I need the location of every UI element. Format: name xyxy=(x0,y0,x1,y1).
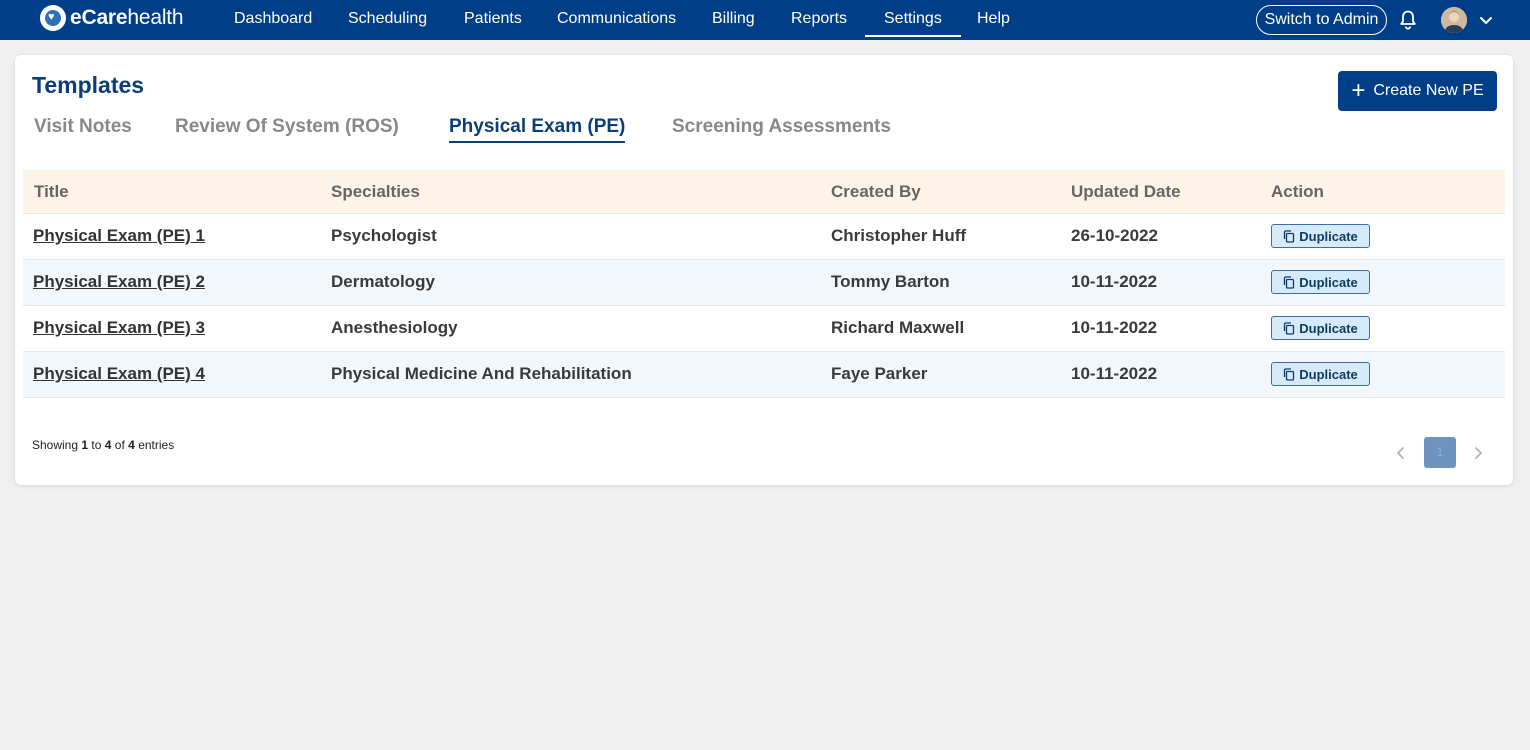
switch-to-admin-button[interactable]: Switch to Admin xyxy=(1256,5,1387,35)
created-by-cell: Richard Maxwell xyxy=(831,318,965,337)
nav-reports[interactable]: Reports xyxy=(791,0,847,37)
copy-icon xyxy=(1284,275,1295,289)
nav-communications[interactable]: Communications xyxy=(557,0,676,37)
create-new-pe-button[interactable]: + Create New PE xyxy=(1338,71,1497,111)
pagination-page-1[interactable]: 1 xyxy=(1424,437,1456,468)
chevron-right-icon[interactable] xyxy=(1470,445,1486,461)
created-by-cell: Tommy Barton xyxy=(831,272,950,291)
templates-table: Title Specialties Created By Updated Dat… xyxy=(23,170,1505,398)
nav-billing[interactable]: Billing xyxy=(712,0,755,37)
avatar[interactable] xyxy=(1441,7,1467,33)
copy-icon xyxy=(1284,367,1295,381)
column-header-title[interactable]: Title xyxy=(34,170,69,214)
tab-physical-exam[interactable]: Physical Exam (PE) xyxy=(449,116,626,143)
table-row: Physical Exam (PE) 4 Physical Medicine A… xyxy=(23,352,1505,398)
template-title-link[interactable]: Physical Exam (PE) 4 xyxy=(33,352,205,396)
plus-icon: + xyxy=(1351,77,1366,104)
templates-card: Templates + Create New PE Visit Notes Re… xyxy=(15,55,1513,485)
updated-date-cell: 10-11-2022 xyxy=(1071,318,1158,337)
nav-help[interactable]: Help xyxy=(977,0,1010,37)
copy-icon xyxy=(1284,321,1295,335)
entries-summary: Showing 1 to 4 of 4 entries xyxy=(32,438,175,452)
table-row: Physical Exam (PE) 3 Anesthesiology Rich… xyxy=(23,306,1505,352)
updated-date-cell: 10-11-2022 xyxy=(1071,364,1158,383)
page-title: Templates xyxy=(32,72,145,98)
nav-settings[interactable]: Settings xyxy=(865,0,961,37)
duplicate-button[interactable]: Duplicate xyxy=(1271,316,1370,340)
brand-logo[interactable]: ♥ eCarehealth xyxy=(40,3,184,33)
chevron-left-icon[interactable] xyxy=(1393,445,1409,461)
specialty-cell: Anesthesiology xyxy=(331,318,458,337)
duplicate-button[interactable]: Duplicate xyxy=(1271,270,1370,294)
table-header: Title Specialties Created By Updated Dat… xyxy=(23,170,1505,214)
nav-patients[interactable]: Patients xyxy=(464,0,522,37)
column-header-specialties[interactable]: Specialties xyxy=(331,170,420,214)
column-header-updated-date[interactable]: Updated Date xyxy=(1071,170,1181,214)
tab-screening-assessments[interactable]: Screening Assessments xyxy=(672,116,891,141)
specialty-cell: Dermatology xyxy=(331,272,435,291)
created-by-cell: Faye Parker xyxy=(831,364,928,383)
template-title-link[interactable]: Physical Exam (PE) 1 xyxy=(33,214,205,258)
specialty-cell: Physical Medicine And Rehabilitation xyxy=(331,364,632,383)
table-row: Physical Exam (PE) 2 Dermatology Tommy B… xyxy=(23,260,1505,306)
column-header-created-by[interactable]: Created By xyxy=(831,170,921,214)
table-row: Physical Exam (PE) 1 Psychologist Christ… xyxy=(23,214,1505,260)
created-by-cell: Christopher Huff xyxy=(831,226,967,245)
brand-name: eCarehealth xyxy=(70,6,184,29)
template-title-link[interactable]: Physical Exam (PE) 3 xyxy=(33,306,205,350)
specialty-cell: Psychologist xyxy=(331,226,437,245)
duplicate-button[interactable]: Duplicate xyxy=(1271,362,1370,386)
bell-icon[interactable] xyxy=(1398,9,1418,31)
heart-logo-icon: ♥ xyxy=(40,5,66,31)
copy-icon xyxy=(1284,229,1295,243)
nav-dashboard[interactable]: Dashboard xyxy=(234,0,312,37)
duplicate-button[interactable]: Duplicate xyxy=(1271,224,1370,248)
column-header-action: Action xyxy=(1271,182,1324,201)
template-title-link[interactable]: Physical Exam (PE) 2 xyxy=(33,260,205,304)
updated-date-cell: 26-10-2022 xyxy=(1071,226,1158,245)
tab-review-of-system[interactable]: Review Of System (ROS) xyxy=(175,116,399,141)
nav-scheduling[interactable]: Scheduling xyxy=(348,0,427,37)
updated-date-cell: 10-11-2022 xyxy=(1071,272,1158,291)
tab-visit-notes[interactable]: Visit Notes xyxy=(34,116,132,141)
top-navbar: ♥ eCarehealth Dashboard Scheduling Patie… xyxy=(0,0,1530,40)
chevron-down-icon[interactable] xyxy=(1478,12,1494,28)
